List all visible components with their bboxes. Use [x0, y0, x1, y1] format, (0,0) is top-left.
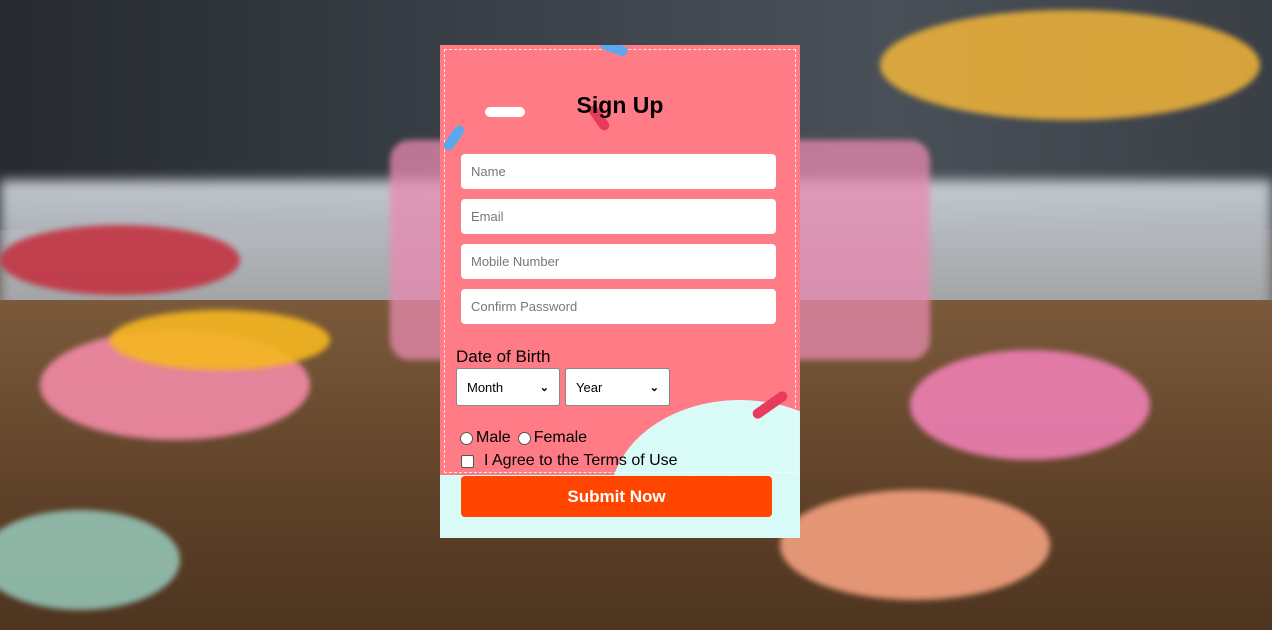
terms-row: I Agree to the Terms of Use: [461, 452, 678, 470]
strawberries-decoration: [0, 225, 240, 295]
year-select-value: Year: [576, 379, 603, 395]
page-title: Sign Up: [576, 92, 664, 118]
female-label: Female: [533, 429, 588, 446]
male-label: Male: [476, 429, 511, 446]
terms-checkbox[interactable]: [461, 454, 474, 468]
female-radio[interactable]: [517, 431, 531, 445]
lemon-decoration: [110, 310, 330, 370]
chevron-down-icon: ⌄: [649, 381, 659, 394]
submit-button[interactable]: Submit Now: [461, 476, 772, 517]
terms-label: I Agree to the Terms of Use: [484, 452, 678, 469]
gender-group: Male Female: [460, 429, 587, 447]
male-radio[interactable]: [460, 431, 473, 445]
flowers-decoration: [880, 10, 1260, 120]
month-select-value: Month: [467, 379, 504, 395]
email-field[interactable]: [461, 199, 776, 234]
mobile-number-field[interactable]: [461, 244, 776, 279]
confirm-password-field[interactable]: [461, 289, 776, 324]
month-select[interactable]: Month ⌄: [456, 368, 560, 406]
cupcake-front-decoration: [780, 490, 1050, 600]
date-of-birth-label: Date of Birth: [456, 347, 551, 366]
name-field[interactable]: [461, 154, 776, 189]
cupcake-right-decoration: [910, 350, 1150, 460]
year-select[interactable]: Year ⌄: [565, 368, 670, 406]
signup-card: Sign Up Date of Birth Month ⌄ Year ⌄ Mal…: [440, 45, 800, 538]
chevron-down-icon: ⌄: [539, 381, 549, 394]
